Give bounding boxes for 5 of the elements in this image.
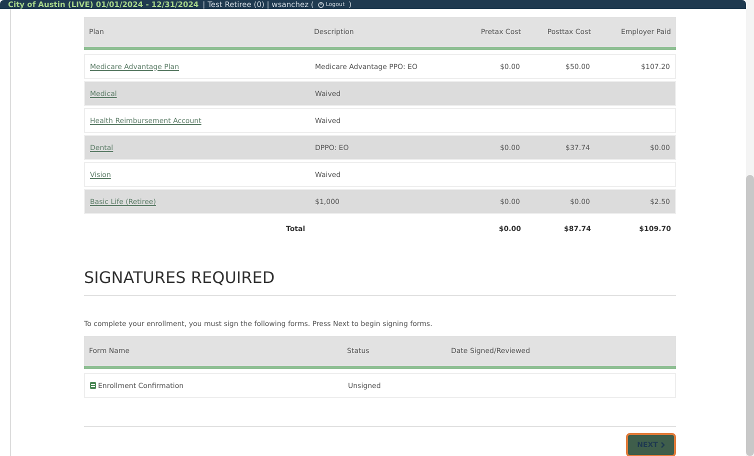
power-icon	[318, 2, 324, 8]
document-icon	[90, 382, 96, 389]
scrollbar-thumb[interactable]	[746, 175, 754, 456]
chevron-icon	[660, 442, 665, 448]
section-heading: SIGNATURES REQUIRED	[84, 268, 676, 296]
